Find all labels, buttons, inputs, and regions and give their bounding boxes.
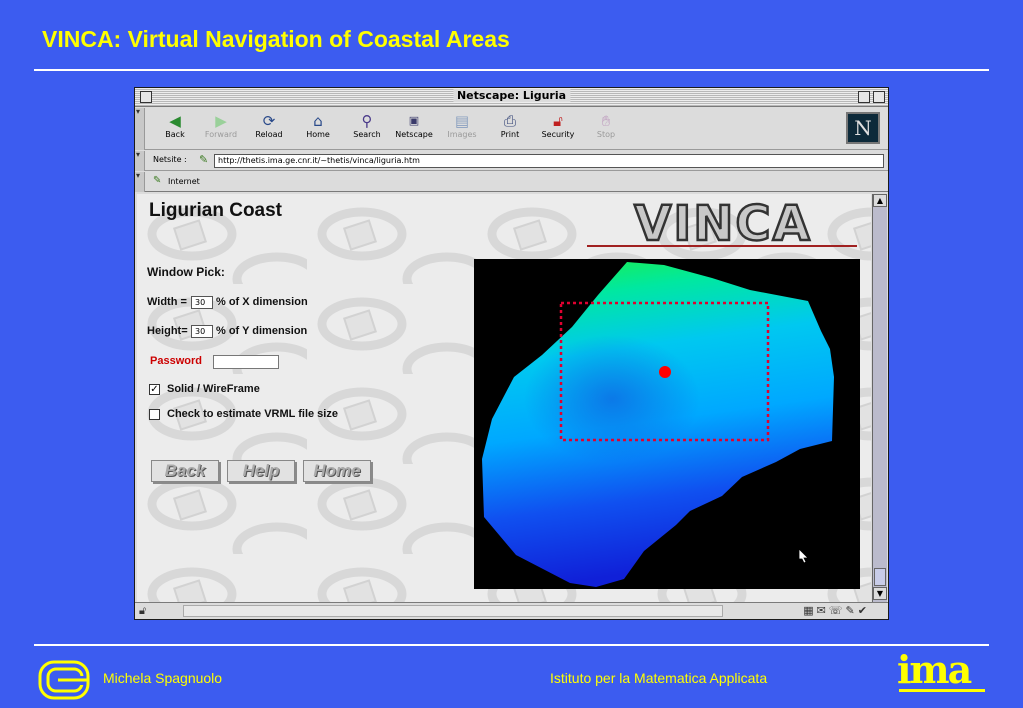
back-page-button[interactable]: Back — [151, 460, 219, 482]
password-label: Password — [150, 355, 202, 367]
footer-author: Michela Spagnuolo — [103, 670, 223, 686]
help-page-button[interactable]: Help — [227, 460, 295, 482]
cnr-logo — [38, 660, 90, 700]
footer-divider — [34, 644, 989, 646]
vinca-logo: VINCA — [587, 200, 857, 250]
terrain-view[interactable] — [474, 259, 860, 589]
home-icon: ⌂ — [313, 112, 323, 130]
footer-institute: Istituto per la Matematica Applicata — [550, 670, 768, 686]
personal-toolbar: ✎ Internet — [135, 171, 888, 192]
page-content: Ligurian Coast VINCA Window Pick: Width … — [137, 194, 871, 602]
solid-wireframe-checkbox[interactable]: ✓ — [149, 384, 160, 395]
navigation-toolbar: ◀ Back ▶ Forward ⟳ Reload ⌂ Home ⚲ Searc… — [135, 107, 888, 150]
scroll-up-arrow[interactable]: ▲ — [873, 194, 887, 207]
height-label: Height= — [147, 325, 188, 337]
zoom-box[interactable] — [858, 91, 870, 103]
estimate-size-checkbox[interactable] — [149, 409, 160, 420]
internet-bookmark-icon: ✎ — [153, 175, 162, 186]
title-divider — [34, 69, 989, 71]
toolbar-collapse-grip[interactable] — [135, 107, 145, 150]
netscape-label: Netscape — [395, 130, 433, 139]
reload-icon: ⟳ — [262, 112, 276, 130]
forward-button[interactable]: ▶ Forward — [198, 112, 244, 139]
netscape-icon: ▣ — [408, 114, 420, 127]
close-box[interactable] — [140, 91, 152, 103]
home-label: Home — [306, 130, 330, 139]
internet-bookmark[interactable]: Internet — [168, 177, 200, 186]
width-suffix: % of X dimension — [216, 296, 308, 308]
images-button[interactable]: ▤ Images — [439, 112, 485, 139]
location-url-field[interactable]: http://thetis.ima.ge.cnr.it/~thetis/vinc… — [214, 154, 884, 168]
reload-button[interactable]: ⟳ Reload — [246, 112, 292, 139]
print-label: Print — [500, 130, 520, 139]
security-label: Security — [541, 130, 575, 139]
netscape-button[interactable]: ▣ Netscape — [391, 112, 437, 139]
valley-shading — [524, 319, 744, 479]
forward-label: Forward — [204, 130, 238, 139]
status-message-field — [183, 605, 723, 617]
back-label: Back — [165, 130, 185, 139]
vertical-scrollbar[interactable]: ▲ ▼ — [872, 194, 887, 602]
window-pick-label: Window Pick: — [147, 265, 225, 279]
ima-logo-underline — [899, 689, 985, 692]
collapse-box[interactable] — [873, 91, 885, 103]
search-label: Search — [353, 130, 381, 139]
window-title: Netscape: Liguria — [452, 89, 571, 102]
home-button[interactable]: ⌂ Home — [295, 112, 341, 139]
netscape-logo[interactable]: N — [846, 112, 880, 144]
page-proxy-icon[interactable]: ✎ — [199, 153, 208, 166]
search-button[interactable]: ⚲ Search — [344, 112, 390, 139]
width-input[interactable]: 30 — [191, 296, 213, 309]
hand-cursor-icon — [798, 548, 809, 564]
status-bar: 🔓︎ ▦✉☏✎✔ — [135, 602, 888, 619]
back-button[interactable]: ◀ Back — [152, 112, 198, 139]
location-collapse-grip[interactable] — [135, 150, 145, 171]
print-icon: ⎙ — [503, 112, 516, 130]
height-input[interactable]: 30 — [191, 325, 213, 338]
stop-button[interactable]: ✋︎ Stop — [583, 112, 629, 139]
window-titlebar[interactable]: Netscape: Liguria — [135, 88, 888, 107]
pick-point[interactable] — [659, 366, 671, 378]
images-label: Images — [447, 130, 477, 139]
back-arrow-icon: ◀ — [169, 112, 181, 130]
stop-label: Stop — [596, 130, 616, 139]
home-page-button[interactable]: Home — [303, 460, 371, 482]
width-label: Width = — [147, 296, 187, 308]
netscape-window: Netscape: Liguria ◀ Back ▶ Forward ⟳ Rel… — [134, 87, 889, 620]
stop-icon: ✋︎ — [601, 112, 611, 130]
password-input[interactable] — [213, 355, 279, 369]
personal-collapse-grip[interactable] — [135, 171, 145, 192]
connection-status-icon: 🔓︎ — [139, 604, 147, 617]
search-icon: ⚲ — [361, 112, 373, 130]
vinca-logo-text: VINCA — [634, 200, 812, 250]
scroll-down-arrow[interactable]: ▼ — [873, 587, 887, 600]
print-button[interactable]: ⎙ Print — [487, 112, 533, 139]
estimate-size-label: Check to estimate VRML file size — [167, 408, 338, 420]
security-lock-icon: 🔓︎ — [553, 112, 563, 130]
ima-logo: ima — [897, 647, 972, 692]
solid-wireframe-label: Solid / WireFrame — [167, 383, 260, 395]
slide-title: VINCA: Virtual Navigation of Coastal Are… — [42, 26, 510, 52]
forward-arrow-icon: ▶ — [215, 112, 227, 130]
images-icon: ▤ — [454, 112, 470, 130]
security-button[interactable]: 🔓︎ Security — [535, 112, 581, 139]
component-bar-icons[interactable]: ▦✉☏✎✔ — [803, 604, 870, 617]
location-label: Netsite : — [153, 155, 187, 164]
height-suffix: % of Y dimension — [216, 325, 308, 337]
reload-label: Reload — [255, 130, 283, 139]
scroll-thumb[interactable] — [874, 568, 886, 586]
location-bar: Netsite : ✎ http://thetis.ima.ge.cnr.it/… — [135, 150, 888, 171]
page-heading: Ligurian Coast — [149, 200, 283, 221]
